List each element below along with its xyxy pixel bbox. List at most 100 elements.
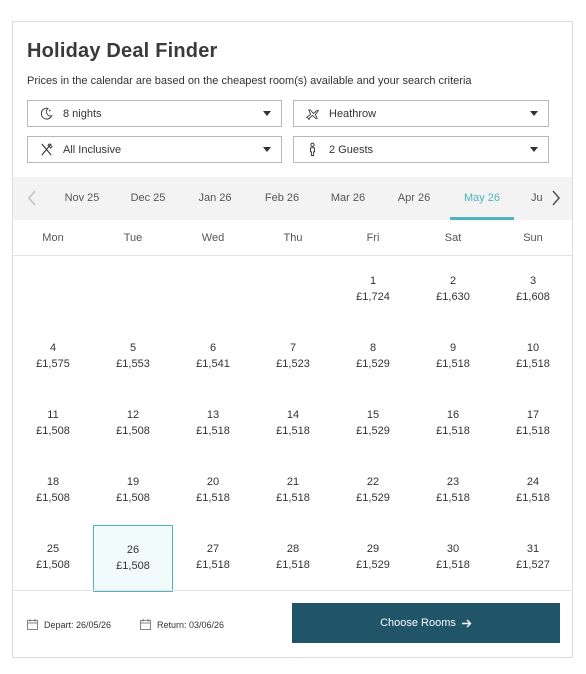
- guests-value: 2 Guests: [329, 143, 374, 156]
- weekday-label: Thu: [283, 232, 303, 244]
- day-price: £1,518: [196, 425, 230, 437]
- nights-value: 8 nights: [63, 107, 102, 120]
- day-number: 4: [49, 342, 57, 354]
- day-price: £1,508: [36, 559, 70, 571]
- calendar-day[interactable]: 1 £1,724: [333, 257, 413, 324]
- calendar-day[interactable]: 5 £1,553: [93, 324, 173, 391]
- month-tab[interactable]: Mar 26: [321, 177, 375, 220]
- day-number: 26: [126, 544, 140, 556]
- day-price: £1,518: [436, 358, 470, 370]
- airport-value: Heathrow: [329, 107, 377, 120]
- calendar-day[interactable]: 30 £1,518: [413, 525, 493, 592]
- day-price: £1,529: [356, 492, 390, 504]
- calendar-day[interactable]: 9 £1,518: [413, 324, 493, 391]
- chevron-left-icon[interactable]: [25, 189, 41, 207]
- day-price: £1,523: [276, 358, 310, 370]
- calendar-day[interactable]: 8 £1,529: [333, 324, 413, 391]
- chevron-down-icon: [530, 111, 538, 116]
- calendar-day[interactable]: 20 £1,518: [173, 458, 253, 525]
- day-number: 27: [206, 543, 220, 555]
- calendar-day[interactable]: 10 £1,518: [493, 324, 573, 391]
- month-tab[interactable]: Jan 26: [188, 177, 242, 220]
- day-price: £1,508: [36, 492, 70, 504]
- day-price: £1,529: [356, 358, 390, 370]
- day-number: 7: [289, 342, 297, 354]
- guests-select[interactable]: 2 Guests: [293, 136, 549, 163]
- chevron-down-icon: [530, 147, 538, 152]
- calendar-day[interactable]: 27 £1,518: [173, 525, 253, 592]
- calendar-day[interactable]: 22 £1,529: [333, 458, 413, 525]
- day-number: 16: [446, 409, 460, 421]
- calendar-day[interactable]: 6 £1,541: [173, 324, 253, 391]
- calendar-day[interactable]: 28 £1,518: [253, 525, 333, 592]
- deal-finder-card: Holiday Deal Finder Prices in the calend…: [12, 21, 573, 658]
- calendar-day[interactable]: 16 £1,518: [413, 391, 493, 458]
- choose-rooms-button[interactable]: Choose Rooms: [292, 603, 560, 643]
- calendar-day[interactable]: 11 £1,508: [13, 391, 93, 458]
- calendar-day[interactable]: 25 £1,508: [13, 525, 93, 592]
- day-price: £1,518: [196, 492, 230, 504]
- day-number: 29: [366, 543, 380, 555]
- plane-icon: [304, 106, 320, 122]
- day-price: £1,508: [36, 425, 70, 437]
- day-price: £1,518: [276, 492, 310, 504]
- return-label: Return: 03/06/26: [157, 619, 225, 630]
- calendar-day[interactable]: 31 £1,527: [493, 525, 573, 592]
- calendar-day[interactable]: 2 £1,630: [413, 257, 493, 324]
- chevron-right-icon[interactable]: [547, 189, 563, 207]
- footer-divider: [13, 590, 572, 591]
- calendar-day[interactable]: 24 £1,518: [493, 458, 573, 525]
- calendar-icon: [140, 619, 151, 630]
- weekday-label: Sat: [444, 232, 462, 244]
- nights-select[interactable]: 8 nights: [27, 100, 282, 127]
- day-number: 23: [446, 476, 460, 488]
- calendar-day[interactable]: 7 £1,523: [253, 324, 333, 391]
- calendar-day[interactable]: 18 £1,508: [13, 458, 93, 525]
- day-price: £1,529: [356, 425, 390, 437]
- airport-select[interactable]: Heathrow: [293, 100, 549, 127]
- day-number: 1: [369, 275, 377, 287]
- calendar-day[interactable]: 21 £1,518: [253, 458, 333, 525]
- day-number: 11: [47, 409, 59, 421]
- calendar-day-selected[interactable]: 26 £1,508: [93, 525, 173, 592]
- page-title: Holiday Deal Finder: [27, 40, 218, 62]
- month-tab-active[interactable]: May 26: [450, 177, 514, 220]
- day-price: £1,553: [116, 358, 150, 370]
- day-price: £1,508: [116, 560, 150, 572]
- month-tab[interactable]: Apr 26: [387, 177, 441, 220]
- weekday-label: Fri: [366, 232, 380, 244]
- calendar-day[interactable]: 19 £1,508: [93, 458, 173, 525]
- calendar-day[interactable]: 4 £1,575: [13, 324, 93, 391]
- day-number: 9: [449, 342, 457, 354]
- day-number: 19: [126, 476, 140, 488]
- calendar-day[interactable]: 23 £1,518: [413, 458, 493, 525]
- calendar-day[interactable]: 15 £1,529: [333, 391, 413, 458]
- day-number: 15: [366, 409, 380, 421]
- calendar-day[interactable]: 14 £1,518: [253, 391, 333, 458]
- weekday-label: Wed: [201, 232, 225, 244]
- month-tab[interactable]: Dec 25: [121, 177, 175, 220]
- day-number: 28: [286, 543, 300, 555]
- day-number: 31: [526, 543, 540, 555]
- depart-date: Depart: 26/05/26: [27, 619, 111, 630]
- calendar-day[interactable]: 3 £1,608: [493, 257, 573, 324]
- day-price: £1,518: [516, 425, 550, 437]
- board-select[interactable]: All Inclusive: [27, 136, 282, 163]
- day-number: 25: [46, 543, 60, 555]
- calendar-day[interactable]: 29 £1,529: [333, 525, 413, 592]
- calendar-day[interactable]: 12 £1,508: [93, 391, 173, 458]
- calendar-day[interactable]: 17 £1,518: [493, 391, 573, 458]
- month-tab[interactable]: Feb 26: [255, 177, 309, 220]
- day-price: £1,508: [116, 425, 150, 437]
- day-price: £1,518: [436, 425, 470, 437]
- day-price: £1,508: [116, 492, 150, 504]
- day-number: 8: [369, 342, 377, 354]
- day-price: £1,575: [36, 358, 70, 370]
- month-tab[interactable]: Nov 25: [55, 177, 109, 220]
- day-price: £1,518: [276, 425, 310, 437]
- day-number: 6: [209, 342, 217, 354]
- month-tab-clipped[interactable]: Jun 26: [519, 177, 543, 220]
- cutlery-icon: [38, 142, 54, 158]
- return-date: Return: 03/06/26: [140, 619, 224, 630]
- calendar-day[interactable]: 13 £1,518: [173, 391, 253, 458]
